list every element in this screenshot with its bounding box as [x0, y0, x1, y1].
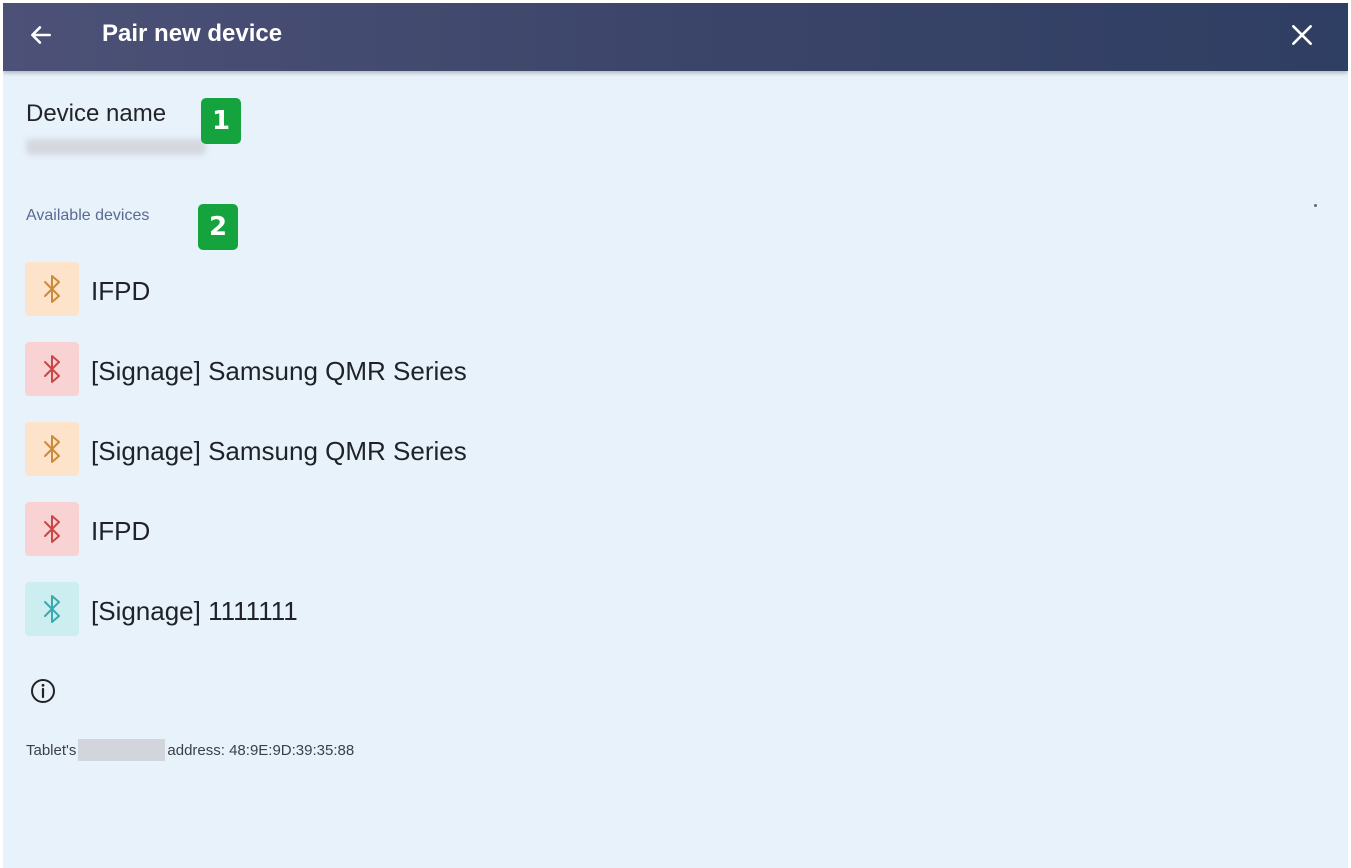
close-icon — [1292, 25, 1312, 45]
bluetooth-icon — [25, 262, 79, 316]
bluetooth-icon — [25, 342, 79, 396]
device-item-label: [Signage] 1111111 — [91, 596, 298, 626]
callout-badge-1: 1 — [201, 98, 241, 144]
device-item-label: [Signage] Samsung QMR Series — [91, 436, 467, 466]
address-prefix: Tablet's — [26, 741, 77, 759]
pair-device-screen: Pair new device Device name 1 Available … — [3, 3, 1348, 868]
device-item-label: IFPD — [91, 516, 151, 546]
device-item[interactable]: [Signage] 1111111 — [25, 582, 1325, 638]
device-item[interactable]: IFPD — [25, 262, 1325, 318]
device-item-label: IFPD — [91, 276, 151, 306]
bluetooth-icon — [25, 422, 79, 476]
close-button[interactable] — [1284, 17, 1320, 53]
info-icon — [31, 679, 55, 703]
device-item-label: [Signage] Samsung QMR Series — [91, 356, 467, 386]
bluetooth-icon — [25, 582, 79, 636]
device-item[interactable]: IFPD — [25, 502, 1325, 558]
device-item[interactable]: [Signage] Samsung QMR Series — [25, 342, 1325, 398]
tablet-address-text: Tablet's address: 48:9E:9D:39:35:88 — [26, 739, 354, 761]
available-devices-heading: Available devices — [26, 207, 150, 224]
decorative-dot — [1314, 204, 1317, 207]
address-suffix: address: 48:9E:9D:39:35:88 — [167, 741, 355, 759]
page-title: Pair new device — [102, 20, 283, 47]
device-name-label: Device name — [26, 100, 167, 127]
bluetooth-icon — [25, 502, 79, 556]
arrow-left-icon — [31, 26, 51, 44]
callout-badge-2: 2 — [198, 204, 238, 250]
redacted-block — [78, 739, 166, 761]
device-item[interactable]: [Signage] Samsung QMR Series — [25, 422, 1325, 478]
app-bar: Pair new device — [3, 3, 1348, 71]
device-name-value-redacted[interactable] — [26, 139, 206, 155]
back-button[interactable] — [23, 17, 59, 53]
